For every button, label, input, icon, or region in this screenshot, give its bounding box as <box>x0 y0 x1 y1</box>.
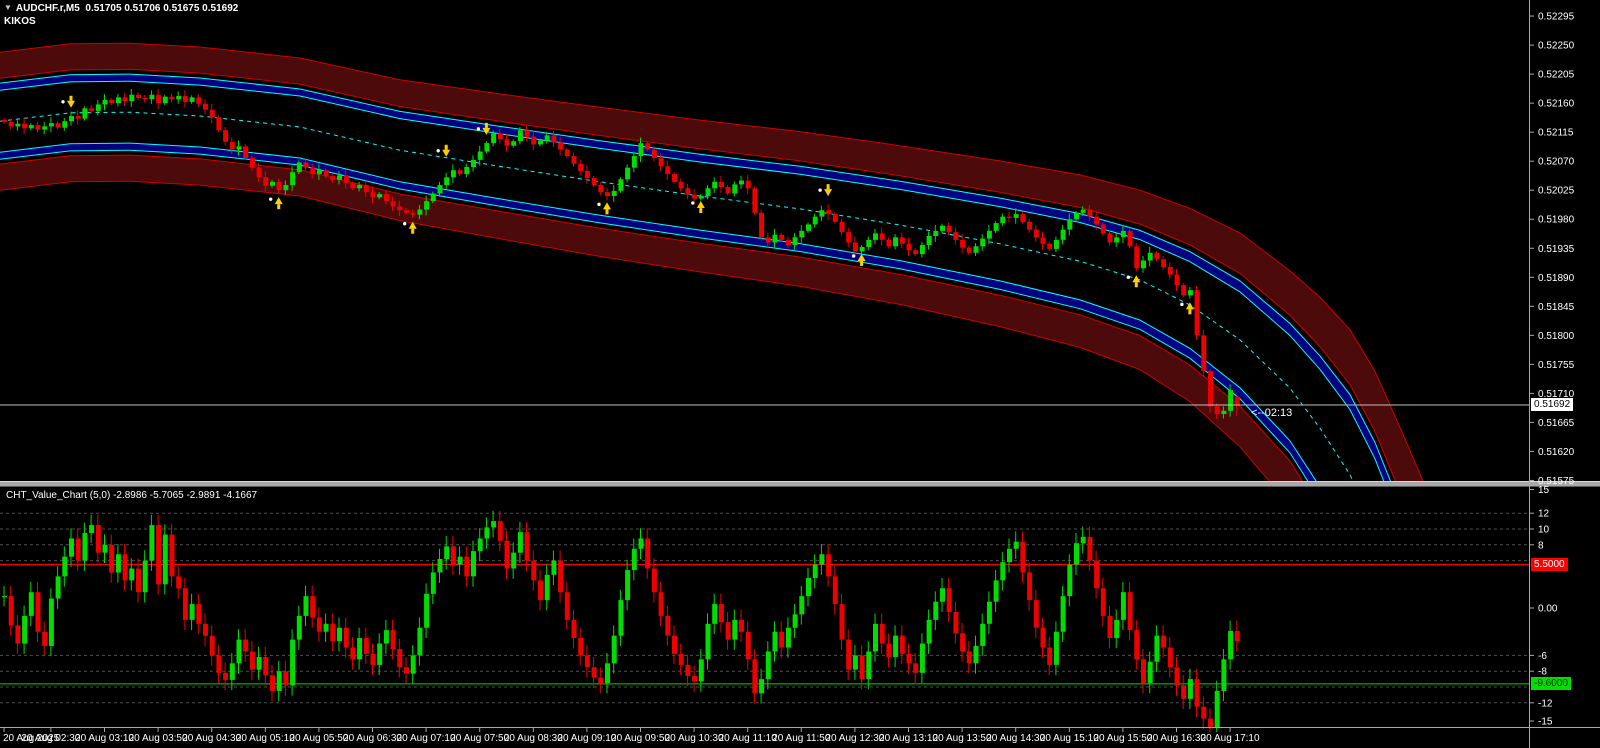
svg-text:20 Aug 02:30: 20 Aug 02:30 <box>21 733 80 744</box>
svg-text:20 Aug 04:30: 20 Aug 04:30 <box>182 733 241 744</box>
signal-dot-icon <box>1127 276 1130 279</box>
trading-chart-window: 0.52295 0.52250 0.52205 0.52160 0.52115 0.520… <box>0 0 1600 748</box>
svg-text:20 Aug 15:10: 20 Aug 15:10 <box>1040 733 1099 744</box>
svg-text:20 Aug 11:50: 20 Aug 11:50 <box>772 733 831 744</box>
signal-dot-icon <box>1180 303 1183 306</box>
svg-text:20 Aug 13:50: 20 Aug 13:50 <box>933 733 992 744</box>
svg-text:0.51935: 0.51935 <box>1538 244 1575 255</box>
sell-arrow-icon <box>442 145 450 157</box>
oscillator-lower-level-tag: -9.6000 <box>1531 677 1571 690</box>
sell-arrow-icon <box>67 96 75 108</box>
svg-text:0.52070: 0.52070 <box>1538 157 1575 168</box>
svg-text:15: 15 <box>1538 485 1550 496</box>
svg-text:0.51890: 0.51890 <box>1538 273 1575 284</box>
svg-text:0.52205: 0.52205 <box>1538 70 1575 81</box>
signal-dot-icon <box>61 100 64 103</box>
svg-text:20 Aug 16:30: 20 Aug 16:30 <box>1147 733 1206 744</box>
svg-text:20 Aug 05:50: 20 Aug 05:50 <box>289 733 348 744</box>
signal-dot-icon <box>269 197 272 200</box>
svg-text:20 Aug 14:30: 20 Aug 14:30 <box>986 733 1045 744</box>
buy-arrow-icon <box>275 197 283 209</box>
signal-dot-icon <box>597 203 600 206</box>
signal-dot-icon <box>403 222 406 225</box>
svg-text:20 Aug 05:10: 20 Aug 05:10 <box>236 733 295 744</box>
svg-text:20 Aug 03:50: 20 Aug 03:50 <box>129 733 188 744</box>
svg-text:20 Aug 09:50: 20 Aug 09:50 <box>611 733 670 744</box>
svg-text:0.52250: 0.52250 <box>1538 41 1575 52</box>
svg-text:0.51980: 0.51980 <box>1538 215 1575 226</box>
buy-arrow-icon <box>1132 275 1140 287</box>
svg-text:20 Aug 11:10: 20 Aug 11:10 <box>719 733 778 744</box>
svg-text:-12: -12 <box>1538 698 1553 709</box>
signal-dot-icon <box>852 254 855 257</box>
oscillator-label: CHT_Value_Chart (5,0) -2.8986 -5.7065 -2… <box>6 490 257 502</box>
svg-text:20 Aug 06:30: 20 Aug 06:30 <box>343 733 402 744</box>
svg-text:12: 12 <box>1538 509 1550 520</box>
symbol-dropdown-icon[interactable]: ▼ <box>4 2 12 14</box>
svg-text:20 Aug 17:10: 20 Aug 17:10 <box>1201 733 1260 744</box>
chart-canvas[interactable]: 0.52295 0.52250 0.52205 0.52160 0.52115 0.520… <box>0 0 1600 748</box>
svg-text:8: 8 <box>1538 540 1544 551</box>
svg-text:0.51620: 0.51620 <box>1538 447 1575 458</box>
svg-text:-15: -15 <box>1538 717 1553 728</box>
svg-text:0.52025: 0.52025 <box>1538 186 1575 197</box>
svg-text:0.51845: 0.51845 <box>1538 302 1575 313</box>
svg-text:0.51665: 0.51665 <box>1538 418 1575 429</box>
oscillator-axis[interactable]: 15121080.00-6-8-12-15 <box>1529 485 1558 728</box>
overlay-indicator-label: KIKOS <box>4 16 36 28</box>
price-axis[interactable]: 0.52295 0.52250 0.52205 0.52160 0.52115 0.520… <box>1529 12 1575 487</box>
svg-text:20 Aug 07:10: 20 Aug 07:10 <box>397 733 456 744</box>
svg-text:20 Aug 07:50: 20 Aug 07:50 <box>450 733 509 744</box>
svg-text:20 Aug 12:30: 20 Aug 12:30 <box>825 733 884 744</box>
symbol-title: AUDCHF.r,M5 <box>16 3 80 14</box>
svg-text:20 Aug 08:30: 20 Aug 08:30 <box>504 733 563 744</box>
buy-arrow-icon <box>697 201 705 213</box>
svg-text:20 Aug 10:30: 20 Aug 10:30 <box>665 733 724 744</box>
svg-text:0.51800: 0.51800 <box>1538 331 1575 342</box>
buy-arrow-icon <box>603 202 611 214</box>
svg-text:20 Aug 15:50: 20 Aug 15:50 <box>1093 733 1152 744</box>
time-axis[interactable]: 20 Aug 202520 Aug 02:3020 Aug 03:1020 Au… <box>3 728 1260 744</box>
svg-text:0.51755: 0.51755 <box>1538 360 1575 371</box>
svg-text:10: 10 <box>1538 525 1550 536</box>
signal-dot-icon <box>477 127 480 130</box>
symbol-ohlc-values: 0.51705 0.51706 0.51675 0.51692 <box>85 3 238 14</box>
signal-dot-icon <box>437 149 440 152</box>
candle-countdown-annotation: <--02:13 <box>1251 407 1292 419</box>
buy-arrow-icon <box>1186 302 1194 314</box>
current-price-tag: 0.51692 <box>1531 398 1573 411</box>
svg-text:0.52115: 0.52115 <box>1538 128 1574 139</box>
svg-text:0.52160: 0.52160 <box>1538 99 1575 110</box>
svg-text:20 Aug 03:10: 20 Aug 03:10 <box>75 733 134 744</box>
oscillator-upper-level-tag: 5.5000 <box>1531 558 1568 571</box>
signal-dot-icon <box>691 201 694 204</box>
svg-text:0.00: 0.00 <box>1538 604 1558 615</box>
svg-text:0.52295: 0.52295 <box>1538 12 1575 23</box>
symbol-header: ▼ AUDCHF.r,M5 0.51705 0.51706 0.51675 0.5… <box>4 3 238 15</box>
sell-arrow-icon <box>824 184 832 196</box>
svg-text:20 Aug 13:10: 20 Aug 13:10 <box>879 733 938 744</box>
svg-text:20 Aug 09:10: 20 Aug 09:10 <box>557 733 616 744</box>
svg-text:-6: -6 <box>1538 651 1547 662</box>
signal-dot-icon <box>818 188 821 191</box>
